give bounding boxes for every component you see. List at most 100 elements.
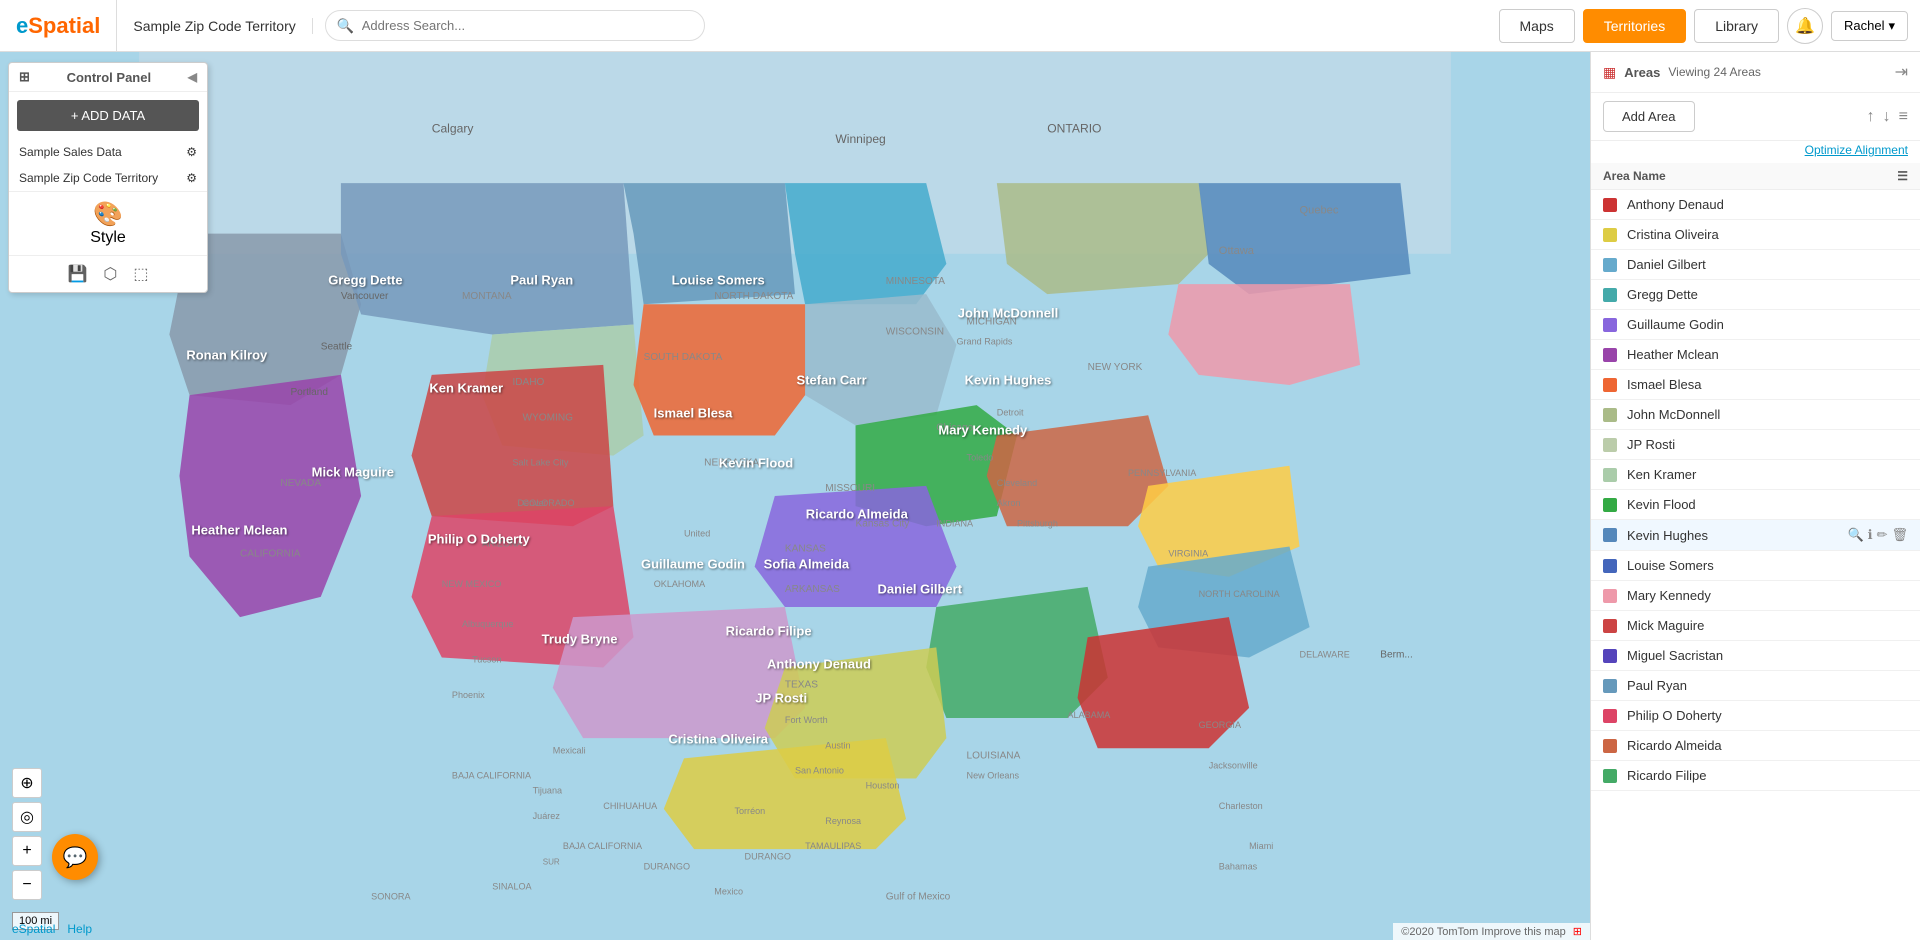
color-indicator [1603,559,1617,573]
zoom-in-button[interactable]: + [12,836,42,866]
svg-text:ARKANSAS: ARKANSAS [785,584,840,595]
add-data-button[interactable]: + ADD DATA [17,100,199,131]
area-item-jp-rosti[interactable]: JP Rosti [1591,430,1920,460]
svg-text:New Orleans: New Orleans [967,771,1020,781]
svg-text:Austin: Austin [825,740,850,750]
area-item-mary-kennedy[interactable]: Mary Kennedy [1591,581,1920,611]
user-name: Rachel [1844,18,1884,33]
area-item-anthony-denaud[interactable]: Anthony Denaud [1591,190,1920,220]
add-area-button[interactable]: Add Area [1603,101,1695,132]
info-icon[interactable]: ℹ [1868,527,1873,543]
notification-bell[interactable]: 🔔 [1787,8,1823,44]
area-item-ismael-blesa[interactable]: Ismael Blesa [1591,370,1920,400]
areas-label: Areas [1624,65,1660,80]
svg-text:Detroit: Detroit [997,407,1024,417]
search-area[interactable]: 🔍 [313,10,813,41]
area-item-ken-kramer[interactable]: Ken Kramer [1591,460,1920,490]
help-link[interactable]: Help [67,922,92,936]
area-item-philip-o-doherty[interactable]: Philip O Doherty [1591,701,1920,731]
color-indicator [1603,198,1617,212]
svg-text:DURANGO: DURANGO [644,861,690,871]
maps-button[interactable]: Maps [1499,9,1575,43]
svg-text:Reynosa: Reynosa [825,816,862,826]
chat-button[interactable]: 💬 [52,834,98,880]
add-area-row: Add Area ↑ ↓ ≡ [1591,93,1920,141]
control-panel: ⊞ Control Panel ◀ + ADD DATA Sample Sale… [8,62,208,293]
area-item-miguel-sacristan[interactable]: Miguel Sacristan [1591,641,1920,671]
svg-text:Juárez: Juárez [533,811,561,821]
area-item-daniel-gilbert[interactable]: Daniel Gilbert [1591,250,1920,280]
map-container[interactable]: Calgary Winnipeg ONTARIO Quebec Ottawa V… [0,52,1590,940]
area-item-cristina-oliveira[interactable]: Cristina Oliveira [1591,220,1920,250]
espatial-link[interactable]: eSpatial [12,922,55,936]
svg-text:Pittsburgh: Pittsburgh [1017,518,1058,528]
up-arrow-icon[interactable]: ↑ [1867,108,1875,126]
search-input[interactable] [325,10,705,41]
area-item-gregg-dette[interactable]: Gregg Dette [1591,280,1920,310]
edit-icon[interactable]: ✏ [1877,527,1888,543]
svg-text:Berm...: Berm... [1380,649,1412,660]
color-indicator [1603,498,1617,512]
area-item-kevin-flood[interactable]: Kevin Flood [1591,490,1920,520]
svg-text:VIRGINIA: VIRGINIA [1168,549,1209,559]
svg-text:WYOMING: WYOMING [523,412,574,423]
svg-text:Grand Rapids: Grand Rapids [956,337,1012,347]
area-item-john-mcdonnell[interactable]: John McDonnell [1591,400,1920,430]
svg-text:Charleston: Charleston [1219,801,1263,811]
svg-text:ONTARIO: ONTARIO [1047,122,1101,136]
svg-text:MISSOURI: MISSOURI [825,483,875,494]
svg-text:United: United [684,528,710,538]
area-name-text: Miguel Sacristan [1627,648,1908,663]
layer-zip-territory[interactable]: Sample Zip Code Territory ⚙ [9,165,207,191]
chevron-down-icon: ▾ [1888,18,1895,34]
save-icon[interactable]: 💾 [67,264,87,284]
svg-text:MONTANA: MONTANA [462,291,512,302]
area-list[interactable]: Anthony DenaudCristina Oliveira Daniel Gi… [1591,190,1920,940]
down-arrow-icon[interactable]: ↓ [1883,108,1891,126]
svg-text:Vancouver: Vancouver [341,291,389,302]
area-item-mick-maguire[interactable]: Mick Maguire [1591,611,1920,641]
locate-button[interactable]: ⊕ [12,768,42,798]
area-item-ricardo-almeida[interactable]: Ricardo Almeida [1591,731,1920,761]
svg-text:BAJA CALIFORNIA: BAJA CALIFORNIA [563,841,643,851]
color-indicator [1603,769,1617,783]
export-icon[interactable]: ⬚ [133,264,148,284]
search-icon[interactable]: 🔍 [1847,527,1863,543]
rp-header: ▦ Areas Viewing 24 Areas ⇥ [1591,52,1920,93]
area-item-paul-ryan[interactable]: Paul Ryan [1591,671,1920,701]
optimize-alignment[interactable]: Optimize Alignment [1591,141,1920,163]
color-indicator [1603,679,1617,693]
svg-text:Phoenix: Phoenix [452,690,485,700]
share-icon[interactable]: ⬡ [103,264,117,284]
compass-button[interactable]: ◎ [12,802,42,832]
expand-icon[interactable]: ⇥ [1895,62,1908,82]
svg-text:DELAWARE: DELAWARE [1300,649,1350,659]
svg-text:Albuquerque: Albuquerque [462,619,514,629]
svg-text:Mexico: Mexico [714,887,743,897]
style-area[interactable]: 🎨 Style [9,191,207,255]
style-icon: 🎨 [93,200,123,229]
area-item-guillaume-godin[interactable]: Guillaume Godin [1591,310,1920,340]
menu-icon[interactable]: ≡ [1899,108,1908,126]
settings-icon[interactable]: ⚙ [186,145,197,159]
area-item-ricardo-filipe[interactable]: Ricardo Filipe [1591,761,1920,791]
svg-text:TEXAS: TEXAS [785,680,818,691]
svg-text:NEVADA: NEVADA [280,478,321,489]
logo[interactable]: eSpatial [16,13,100,39]
territories-button[interactable]: Territories [1583,9,1686,43]
zoom-out-button[interactable]: − [12,870,42,900]
settings-icon-2[interactable]: ⚙ [186,171,197,185]
collapse-icon[interactable]: ◀ [188,70,197,84]
layer-sales-data[interactable]: Sample Sales Data ⚙ [9,139,207,165]
area-item-heather-mclean[interactable]: Heather Mclean [1591,340,1920,370]
svg-text:Houston: Houston [866,781,900,791]
delete-icon[interactable]: 🗑 [1891,527,1908,543]
library-button[interactable]: Library [1694,9,1779,43]
svg-text:WISCONSIN: WISCONSIN [886,327,944,338]
area-item-louise-somers[interactable]: Louise Somers [1591,551,1920,581]
user-menu[interactable]: Rachel ▾ [1831,11,1908,41]
area-item-kevin-hughes[interactable]: Kevin Hughes🔍ℹ✏🗑 [1591,520,1920,551]
area-name-text: Daniel Gilbert [1627,257,1908,272]
svg-text:Torréon: Torréon [734,806,765,816]
column-menu-icon[interactable]: ☰ [1897,169,1908,183]
